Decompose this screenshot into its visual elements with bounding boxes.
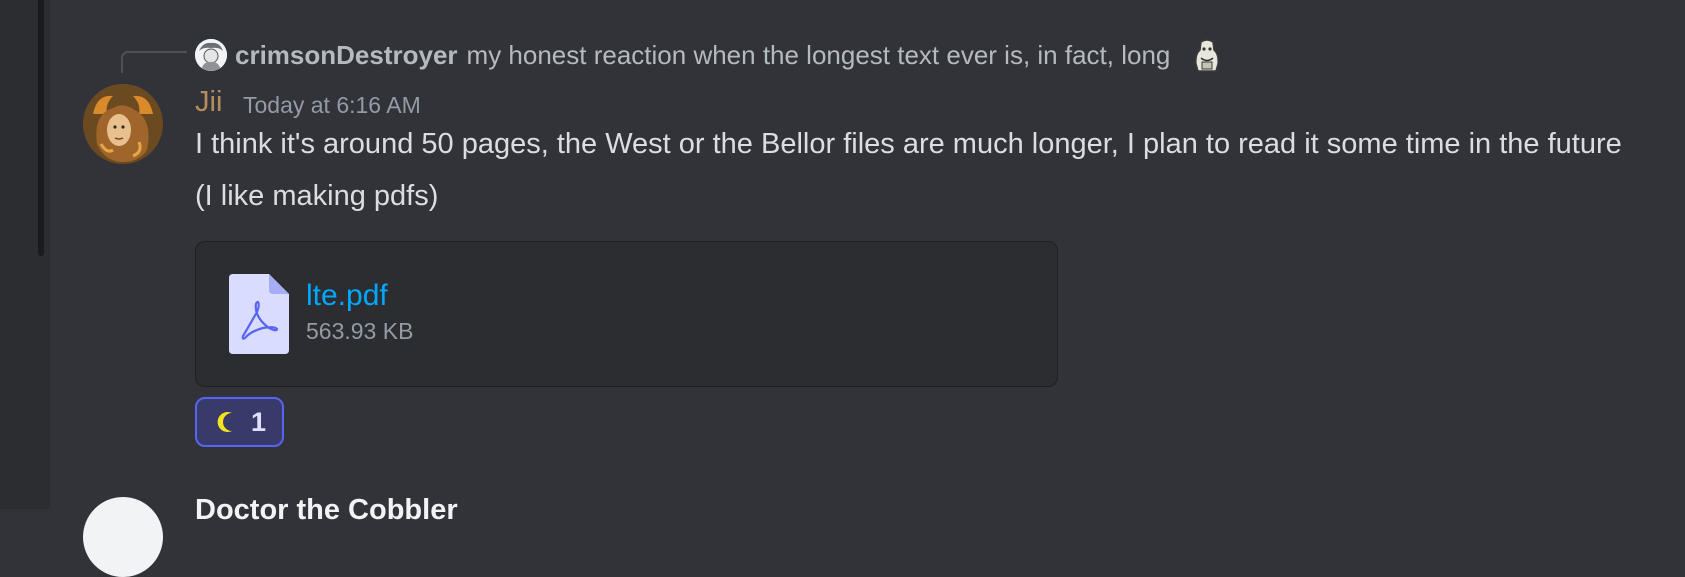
message-text-line: I think it's around 50 pages, the West o…: [195, 128, 1622, 160]
scrollbar-thumb[interactable]: [38, 0, 44, 256]
attachment-file-name[interactable]: lte.pdf: [306, 279, 388, 313]
reply-author-avatar[interactable]: [195, 39, 227, 71]
file-attachment: lte.pdf 563.93 KB: [195, 241, 1058, 387]
message-timestamp[interactable]: Today at 6:16 AM: [243, 92, 421, 119]
next-message-author-name[interactable]: Doctor the Cobbler: [195, 494, 458, 527]
crescent-moon-icon: [217, 412, 232, 432]
reply-text[interactable]: my honest reaction when the longest text…: [467, 40, 1171, 71]
next-author-avatar[interactable]: [83, 497, 163, 577]
reply-connector-line: [121, 51, 187, 73]
custom-emoji-icon: [1192, 38, 1222, 72]
reaction-button[interactable]: 1: [195, 397, 284, 447]
author-avatar[interactable]: [83, 84, 163, 164]
message-author-name[interactable]: Jii: [195, 86, 222, 119]
message-text-line: (I like making pdfs): [195, 180, 439, 212]
reply-preview[interactable]: crimsonDestroyer my honest reaction when…: [235, 40, 1170, 70]
reaction-count: 1: [251, 406, 267, 437]
pdf-file-icon: [229, 274, 289, 354]
reply-author-name[interactable]: crimsonDestroyer: [235, 40, 458, 71]
attachment-file-size: 563.93 KB: [306, 318, 414, 344]
